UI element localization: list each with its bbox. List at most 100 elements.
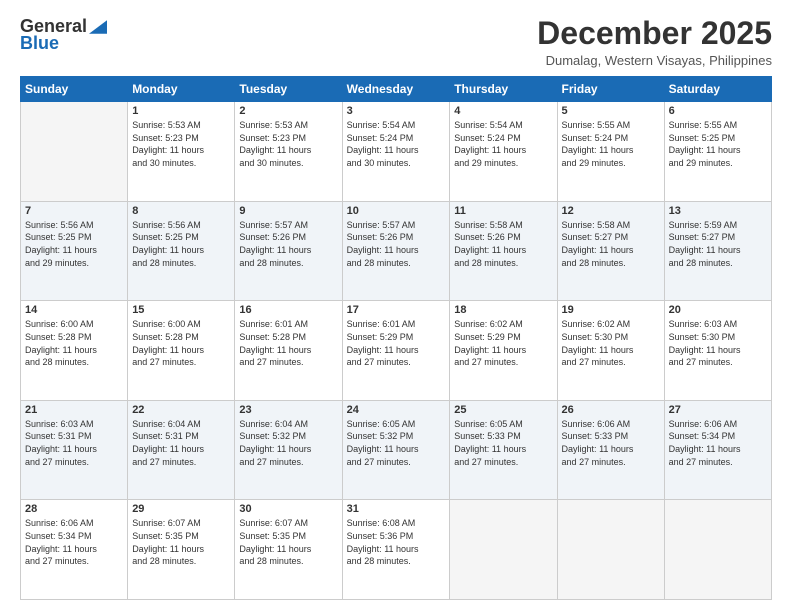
day-info: Sunrise: 6:00 AM Sunset: 5:28 PM Dayligh… [132,318,230,368]
day-number: 9 [239,205,337,217]
day-number: 16 [239,304,337,316]
calendar-day-cell: 24 Sunrise: 6:05 AM Sunset: 5:32 PM Dayli… [342,400,450,500]
day-info: Sunrise: 5:57 AM Sunset: 5:26 PM Dayligh… [239,219,337,269]
day-info: Sunrise: 6:03 AM Sunset: 5:31 PM Dayligh… [25,418,123,468]
day-number: 7 [25,205,123,217]
day-number: 31 [347,503,446,515]
calendar-day-cell: 9 Sunrise: 5:57 AM Sunset: 5:26 PM Daylig… [235,201,342,301]
day-number: 6 [669,105,767,117]
day-number: 23 [239,404,337,416]
calendar-day-cell [21,102,128,202]
day-number: 3 [347,105,446,117]
calendar-day-cell: 12 Sunrise: 5:58 AM Sunset: 5:27 PM Dayli… [557,201,664,301]
calendar-day-cell: 1 Sunrise: 5:53 AM Sunset: 5:23 PM Daylig… [128,102,235,202]
calendar-day-cell: 23 Sunrise: 6:04 AM Sunset: 5:32 PM Dayli… [235,400,342,500]
day-number: 18 [454,304,552,316]
weekday-header-sunday: Sunday [21,77,128,102]
calendar-table: SundayMondayTuesdayWednesdayThursdayFrid… [20,76,772,600]
day-info: Sunrise: 6:07 AM Sunset: 5:35 PM Dayligh… [239,517,337,567]
calendar-page: General Blue December 2025 Dumalag, West… [0,0,792,612]
logo-icon [89,20,107,34]
weekday-header-thursday: Thursday [450,77,557,102]
weekday-header-wednesday: Wednesday [342,77,450,102]
day-info: Sunrise: 6:07 AM Sunset: 5:35 PM Dayligh… [132,517,230,567]
month-title: December 2025 [537,16,772,51]
day-number: 11 [454,205,552,217]
calendar-day-cell: 22 Sunrise: 6:04 AM Sunset: 5:31 PM Dayli… [128,400,235,500]
day-info: Sunrise: 5:53 AM Sunset: 5:23 PM Dayligh… [239,119,337,169]
calendar-day-cell: 4Sunrise: 5:54 AM Sunset: 5:24 PM Daylig… [450,102,557,202]
calendar-day-cell: 10 Sunrise: 5:57 AM Sunset: 5:26 PM Dayli… [342,201,450,301]
day-info: Sunrise: 6:02 AM Sunset: 5:29 PM Dayligh… [454,318,552,368]
weekday-header-monday: Monday [128,77,235,102]
day-number: 21 [25,404,123,416]
weekday-header-saturday: Saturday [664,77,771,102]
day-info: Sunrise: 6:06 AM Sunset: 5:34 PM Dayligh… [669,418,767,468]
calendar-day-cell: 28Sunrise: 6:06 AM Sunset: 5:34 PM Dayli… [21,500,128,600]
header: General Blue December 2025 Dumalag, West… [20,16,772,68]
day-info: Sunrise: 5:58 AM Sunset: 5:27 PM Dayligh… [562,219,660,269]
calendar-day-cell: 29 Sunrise: 6:07 AM Sunset: 5:35 PM Dayli… [128,500,235,600]
day-number: 14 [25,304,123,316]
day-number: 15 [132,304,230,316]
day-info: Sunrise: 5:54 AM Sunset: 5:24 PM Dayligh… [454,119,552,169]
day-info: Sunrise: 6:01 AM Sunset: 5:28 PM Dayligh… [239,318,337,368]
day-info: Sunrise: 6:08 AM Sunset: 5:36 PM Dayligh… [347,517,446,567]
day-number: 20 [669,304,767,316]
weekday-header-tuesday: Tuesday [235,77,342,102]
day-number: 2 [239,105,337,117]
day-number: 17 [347,304,446,316]
day-number: 28 [25,503,123,515]
calendar-week-row: 28Sunrise: 6:06 AM Sunset: 5:34 PM Dayli… [21,500,772,600]
calendar-day-cell: 6 Sunrise: 5:55 AM Sunset: 5:25 PM Daylig… [664,102,771,202]
calendar-day-cell: 7 Sunrise: 5:56 AM Sunset: 5:25 PM Daylig… [21,201,128,301]
calendar-day-cell: 21 Sunrise: 6:03 AM Sunset: 5:31 PM Dayli… [21,400,128,500]
location: Dumalag, Western Visayas, Philippines [537,53,772,68]
calendar-day-cell: 19Sunrise: 6:02 AM Sunset: 5:30 PM Dayli… [557,301,664,401]
calendar-day-cell: 25Sunrise: 6:05 AM Sunset: 5:33 PM Dayli… [450,400,557,500]
day-info: Sunrise: 5:53 AM Sunset: 5:23 PM Dayligh… [132,119,230,169]
day-info: Sunrise: 6:06 AM Sunset: 5:33 PM Dayligh… [562,418,660,468]
day-number: 25 [454,404,552,416]
day-info: Sunrise: 5:54 AM Sunset: 5:24 PM Dayligh… [347,119,446,169]
day-number: 19 [562,304,660,316]
day-number: 1 [132,105,230,117]
logo: General Blue [20,16,107,54]
header-right: December 2025 Dumalag, Western Visayas, … [537,16,772,68]
day-number: 12 [562,205,660,217]
calendar-day-cell: 14 Sunrise: 6:00 AM Sunset: 5:28 PM Dayli… [21,301,128,401]
logo-blue-text: Blue [20,33,59,54]
day-info: Sunrise: 6:04 AM Sunset: 5:31 PM Dayligh… [132,418,230,468]
calendar-day-cell: 11 Sunrise: 5:58 AM Sunset: 5:26 PM Dayli… [450,201,557,301]
day-number: 27 [669,404,767,416]
day-number: 26 [562,404,660,416]
calendar-day-cell: 16 Sunrise: 6:01 AM Sunset: 5:28 PM Dayli… [235,301,342,401]
calendar-day-cell: 3 Sunrise: 5:54 AM Sunset: 5:24 PM Daylig… [342,102,450,202]
calendar-week-row: 14 Sunrise: 6:00 AM Sunset: 5:28 PM Dayli… [21,301,772,401]
calendar-day-cell: 2 Sunrise: 5:53 AM Sunset: 5:23 PM Daylig… [235,102,342,202]
calendar-day-cell: 20Sunrise: 6:03 AM Sunset: 5:30 PM Dayli… [664,301,771,401]
day-number: 5 [562,105,660,117]
calendar-day-cell: 8Sunrise: 5:56 AM Sunset: 5:25 PM Daylig… [128,201,235,301]
calendar-day-cell: 30Sunrise: 6:07 AM Sunset: 5:35 PM Dayli… [235,500,342,600]
day-info: Sunrise: 5:57 AM Sunset: 5:26 PM Dayligh… [347,219,446,269]
calendar-day-cell: 26 Sunrise: 6:06 AM Sunset: 5:33 PM Dayli… [557,400,664,500]
calendar-day-cell [557,500,664,600]
day-info: Sunrise: 5:58 AM Sunset: 5:26 PM Dayligh… [454,219,552,269]
day-number: 13 [669,205,767,217]
day-info: Sunrise: 6:00 AM Sunset: 5:28 PM Dayligh… [25,318,123,368]
day-info: Sunrise: 5:55 AM Sunset: 5:25 PM Dayligh… [669,119,767,169]
calendar-day-cell [450,500,557,600]
day-info: Sunrise: 6:05 AM Sunset: 5:32 PM Dayligh… [347,418,446,468]
day-info: Sunrise: 6:04 AM Sunset: 5:32 PM Dayligh… [239,418,337,468]
day-info: Sunrise: 5:56 AM Sunset: 5:25 PM Dayligh… [132,219,230,269]
day-number: 29 [132,503,230,515]
calendar-day-cell: 13Sunrise: 5:59 AM Sunset: 5:27 PM Dayli… [664,201,771,301]
calendar-day-cell: 17Sunrise: 6:01 AM Sunset: 5:29 PM Dayli… [342,301,450,401]
calendar-day-cell [664,500,771,600]
day-number: 22 [132,404,230,416]
calendar-week-row: 21 Sunrise: 6:03 AM Sunset: 5:31 PM Dayli… [21,400,772,500]
day-info: Sunrise: 5:56 AM Sunset: 5:25 PM Dayligh… [25,219,123,269]
day-number: 24 [347,404,446,416]
day-number: 10 [347,205,446,217]
